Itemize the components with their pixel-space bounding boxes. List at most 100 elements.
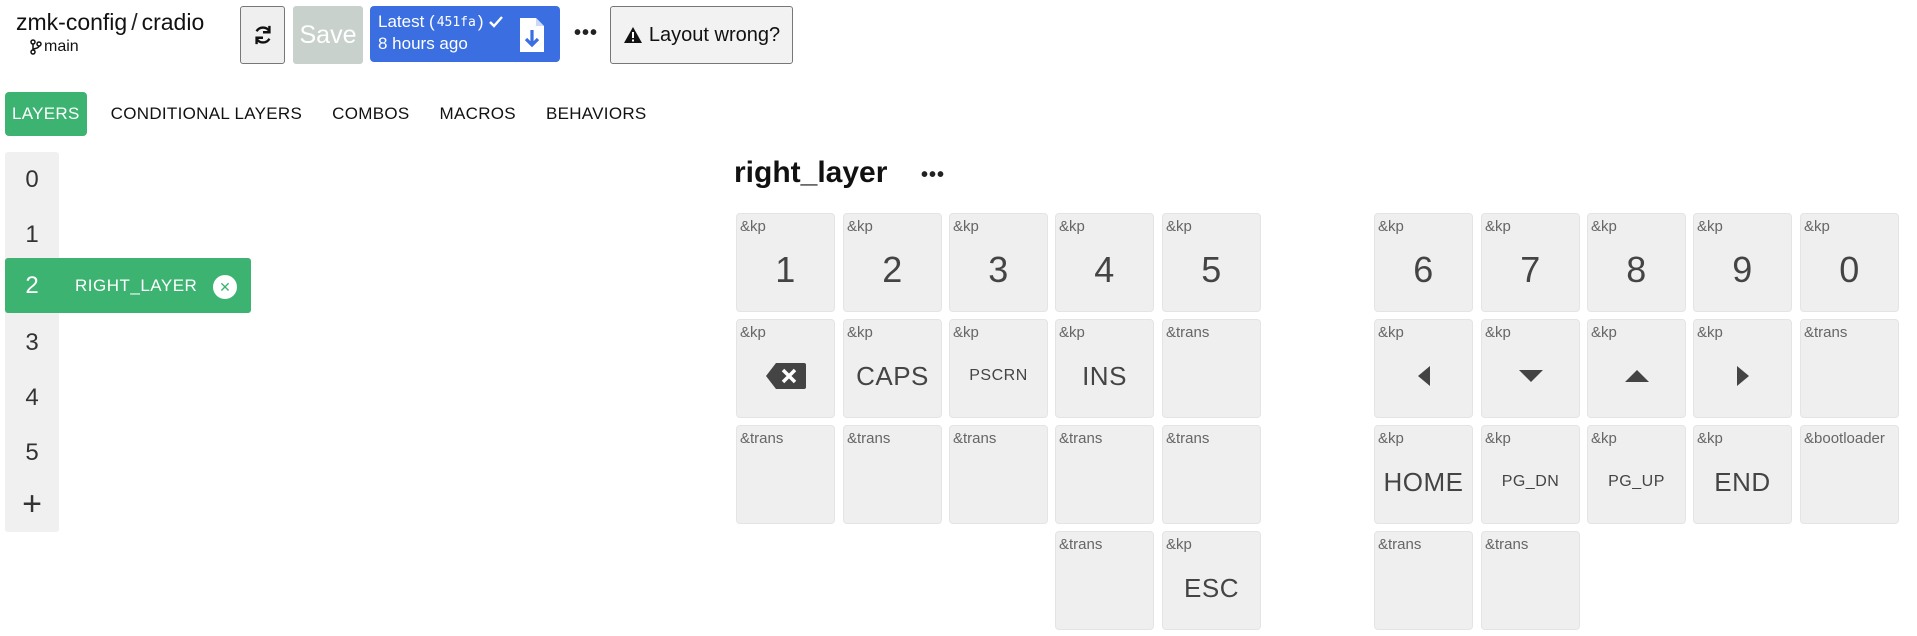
key-behavior: &kp bbox=[1485, 430, 1511, 447]
layer-item-2[interactable]: 2 RIGHT_LAYER ✕ bbox=[5, 258, 251, 313]
commit-hash: 451fa bbox=[436, 14, 476, 30]
key-7[interactable]: &kp 8 bbox=[1587, 213, 1686, 312]
tab-combos[interactable]: COMBOS bbox=[317, 92, 424, 136]
key-15[interactable]: &kp bbox=[1374, 319, 1473, 418]
breadcrumb-separator: / bbox=[131, 9, 138, 35]
layer-item-3[interactable]: 3 bbox=[5, 315, 59, 370]
key-9[interactable]: &kp 0 bbox=[1800, 213, 1899, 312]
key-1[interactable]: &kp 2 bbox=[843, 213, 942, 312]
key-19[interactable]: &trans bbox=[1800, 319, 1899, 418]
key-24[interactable]: &trans bbox=[1162, 425, 1261, 524]
key-behavior: &trans bbox=[1059, 536, 1103, 553]
key-behavior: &trans bbox=[1166, 430, 1210, 447]
key-label: 0 bbox=[1839, 249, 1860, 290]
key-3[interactable]: &kp 4 bbox=[1055, 213, 1154, 312]
check-icon bbox=[488, 16, 503, 28]
key-label: CAPS bbox=[856, 360, 929, 391]
tab-behaviors[interactable]: BEHAVIORS bbox=[531, 92, 662, 136]
key-29[interactable]: &bootloader bbox=[1800, 425, 1899, 524]
key-behavior: &kp bbox=[1166, 218, 1192, 235]
branch-indicator[interactable]: main bbox=[30, 38, 79, 56]
key-18[interactable]: &kp bbox=[1693, 319, 1792, 418]
key-11[interactable]: &kp CAPS bbox=[843, 319, 942, 418]
key-label bbox=[950, 462, 1047, 502]
key-label: HOME bbox=[1383, 466, 1464, 497]
key-14[interactable]: &trans bbox=[1162, 319, 1261, 418]
tab-conditional-layers[interactable]: CONDITIONAL LAYERS bbox=[96, 92, 318, 136]
key-25[interactable]: &kp HOME bbox=[1374, 425, 1473, 524]
key-behavior: &trans bbox=[740, 430, 784, 447]
key-label: PG_UP bbox=[1608, 473, 1665, 490]
key-23[interactable]: &trans bbox=[1055, 425, 1154, 524]
editor-tabs: LAYERS CONDITIONAL LAYERS COMBOS MACROS … bbox=[5, 92, 662, 136]
key-label: 9 bbox=[1732, 249, 1753, 290]
add-layer-button[interactable]: + bbox=[5, 477, 59, 532]
key-8[interactable]: &kp 9 bbox=[1693, 213, 1792, 312]
more-options-button[interactable]: ••• bbox=[574, 22, 598, 45]
download-firmware-icon[interactable] bbox=[518, 16, 546, 54]
key-behavior: &kp bbox=[1485, 218, 1511, 235]
key-16[interactable]: &kp bbox=[1481, 319, 1580, 418]
key-17[interactable]: &kp bbox=[1587, 319, 1686, 418]
key-label bbox=[1056, 568, 1153, 608]
key-label bbox=[1163, 462, 1260, 502]
key-behavior: &kp bbox=[1059, 324, 1085, 341]
key-label bbox=[1482, 568, 1579, 608]
key-label: 3 bbox=[988, 249, 1009, 290]
arrow-down-icon bbox=[1482, 356, 1579, 396]
key-13[interactable]: &kp INS bbox=[1055, 319, 1154, 418]
key-6[interactable]: &kp 7 bbox=[1481, 213, 1580, 312]
repo-name[interactable]: zmk-config bbox=[16, 9, 127, 35]
key-behavior: &kp bbox=[953, 218, 979, 235]
key-4[interactable]: &kp 5 bbox=[1162, 213, 1261, 312]
key-10[interactable]: &kp bbox=[736, 319, 835, 418]
key-label: INS bbox=[1082, 360, 1127, 391]
key-20[interactable]: &trans bbox=[736, 425, 835, 524]
key-behavior: &kp bbox=[1378, 218, 1404, 235]
key-21[interactable]: &trans bbox=[843, 425, 942, 524]
key-30[interactable]: &trans bbox=[1055, 531, 1154, 630]
latest-suffix: ) bbox=[477, 12, 484, 31]
latest-build-button[interactable]: Latest ( 451fa ) 8 hours ago bbox=[370, 6, 560, 62]
layer-item-1[interactable]: 1 bbox=[5, 207, 59, 262]
key-behavior: &kp bbox=[1697, 218, 1723, 235]
repo-breadcrumb: zmk-config / cradio main bbox=[16, 8, 204, 55]
key-label: ESC bbox=[1184, 572, 1239, 603]
key-behavior: &bootloader bbox=[1804, 430, 1885, 447]
key-2[interactable]: &kp 3 bbox=[949, 213, 1048, 312]
key-33[interactable]: &trans bbox=[1481, 531, 1580, 630]
key-22[interactable]: &trans bbox=[949, 425, 1048, 524]
key-label bbox=[1163, 356, 1260, 396]
layout-wrong-button[interactable]: Layout wrong? bbox=[610, 6, 793, 64]
remove-layer-icon[interactable]: ✕ bbox=[213, 275, 237, 299]
key-0[interactable]: &kp 1 bbox=[736, 213, 835, 312]
key-behavior: &trans bbox=[1804, 324, 1848, 341]
layer-options-button[interactable]: ••• bbox=[921, 164, 945, 187]
key-behavior: &trans bbox=[953, 430, 997, 447]
key-31[interactable]: &kp ESC bbox=[1162, 531, 1261, 630]
key-5[interactable]: &kp 6 bbox=[1374, 213, 1473, 312]
key-27[interactable]: &kp PG_UP bbox=[1587, 425, 1686, 524]
key-behavior: &trans bbox=[1166, 324, 1210, 341]
key-behavior: &trans bbox=[1059, 430, 1103, 447]
key-behavior: &kp bbox=[847, 218, 873, 235]
save-button[interactable]: Save bbox=[293, 6, 363, 64]
layer-item-4[interactable]: 4 bbox=[5, 370, 59, 425]
key-26[interactable]: &kp PG_DN bbox=[1481, 425, 1580, 524]
refresh-button[interactable] bbox=[240, 6, 285, 64]
key-label: 4 bbox=[1094, 249, 1115, 290]
key-12[interactable]: &kp PSCRN bbox=[949, 319, 1048, 418]
key-label: 2 bbox=[882, 249, 903, 290]
key-label bbox=[844, 462, 941, 502]
tab-macros[interactable]: MACROS bbox=[425, 92, 531, 136]
tab-layers[interactable]: LAYERS bbox=[5, 92, 87, 136]
key-behavior: &trans bbox=[1378, 536, 1422, 553]
key-behavior: &kp bbox=[1378, 324, 1404, 341]
key-behavior: &kp bbox=[740, 324, 766, 341]
key-label: 7 bbox=[1520, 249, 1541, 290]
refresh-icon bbox=[254, 25, 271, 45]
key-28[interactable]: &kp END bbox=[1693, 425, 1792, 524]
key-32[interactable]: &trans bbox=[1374, 531, 1473, 630]
layer-item-0[interactable]: 0 bbox=[5, 152, 59, 207]
layer-item-5[interactable]: 5 bbox=[5, 425, 59, 480]
